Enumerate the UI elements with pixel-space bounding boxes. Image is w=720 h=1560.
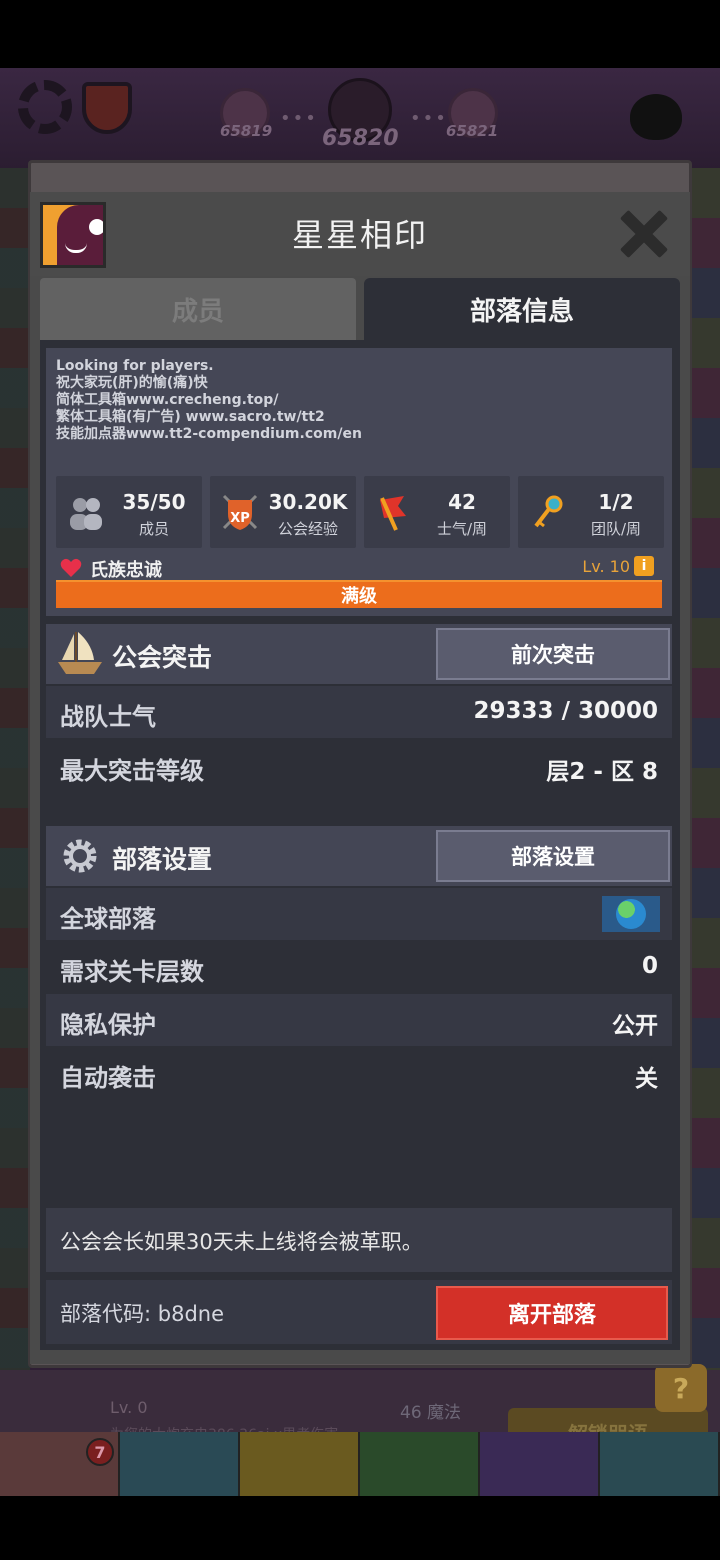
auto-raid-row: 自动袭击 关 [46, 1047, 672, 1099]
leader-inactivity-notice: 公会会长如果30天未上线将会被革职。 [46, 1208, 672, 1272]
stat-value: 42 [448, 490, 476, 514]
row-value: 公开 [612, 1013, 658, 1039]
stat-value: 1/2 [598, 490, 634, 514]
clan-loyalty-row: 氏族忠诚 Lv. 10 i [60, 554, 660, 581]
previous-raid-button[interactable]: 前次突击 [436, 628, 670, 680]
stage-requirement-row: 需求关卡层数 0 [46, 941, 672, 993]
stage-dots: ••• [410, 108, 448, 129]
hero-tab [120, 1432, 240, 1496]
key-icon [534, 495, 563, 528]
help-button: ? [655, 1364, 707, 1412]
stat-clan-xp: XP 30.20K 公会经验 [210, 476, 356, 548]
stat-morale: 42 士气/周 [364, 476, 510, 548]
tab-clan-info[interactable]: 部落信息 [364, 278, 680, 340]
clan-settings-button[interactable]: 部落设置 [436, 830, 670, 882]
clan-name: 星星相印 [291, 216, 428, 254]
stat-team: 1/2 团队/周 [518, 476, 664, 548]
globe-icon [602, 896, 660, 932]
notice-text: 公会会长如果30天未上线将会被革职。 [60, 1230, 423, 1254]
modal-header: 星星相印 [30, 192, 690, 276]
row-value: 0 [641, 953, 658, 979]
stat-label: 公会经验 [277, 520, 338, 538]
close-icon[interactable] [620, 210, 668, 258]
row-label: 需求关卡层数 [60, 958, 204, 986]
clan-code-row: 部落代码: b8dne 离开部落 [46, 1280, 672, 1344]
raid-morale-row: 战队士气 29333 / 30000 [46, 686, 672, 738]
skill-level: Lv. 0 [110, 1398, 148, 1417]
row-value: 关 [635, 1066, 658, 1092]
stat-value: 35/50 [122, 490, 186, 514]
xp-shield-icon: XP [222, 494, 258, 530]
gear-icon [63, 839, 97, 873]
clan-shield-icon [82, 82, 132, 134]
equipment-tab [240, 1432, 360, 1496]
artifact-tab [480, 1432, 600, 1496]
svg-text:XP: XP [230, 511, 250, 526]
loyalty-level: Lv. 10 [582, 557, 630, 576]
settings-title: 部落设置 [112, 845, 213, 874]
leave-clan-button[interactable]: 离开部落 [436, 1286, 668, 1340]
row-label: 最大突击等级 [60, 757, 204, 785]
notification-badge: 7 [86, 1438, 114, 1466]
row-label: 自动袭击 [60, 1064, 156, 1092]
clan-info-modal: 星星相印 成员 部落信息 Looking for players. 祝大家玩(肝… [30, 192, 690, 1364]
clan-description: Looking for players. 祝大家玩(肝)的愉(痛)快 简体工具箱… [56, 358, 362, 442]
members-icon [70, 498, 102, 530]
demon-icon [630, 94, 682, 140]
heart-icon [60, 558, 82, 577]
raid-section-header: 公会突击 前次突击 [46, 624, 672, 684]
row-label: 全球部落 [60, 905, 156, 933]
raid-max-level-row: 最大突击等级 层2 - 区 8 [46, 740, 672, 792]
tab-members[interactable]: 成员 [40, 278, 356, 340]
stat-label: 团队/周 [590, 520, 642, 538]
info-icon[interactable]: i [634, 556, 654, 576]
stat-value: 30.20K [268, 490, 348, 514]
magic-count: 46 魔法 [400, 1403, 462, 1423]
shop-tab [600, 1432, 720, 1496]
background-scene-right [690, 168, 720, 1398]
privacy-row: 隐私保护 公开 [46, 994, 672, 1046]
clan-summary-card: Looking for players. 祝大家玩(肝)的愉(痛)快 简体工具箱… [46, 348, 672, 616]
row-value: 层2 - 区 8 [546, 759, 658, 785]
pet-tab [360, 1432, 480, 1496]
settings-section-header: 部落设置 部落设置 [46, 826, 672, 886]
stat-label: 成员 [138, 520, 169, 538]
loyalty-progress-bar: 满级 [56, 580, 662, 608]
loyalty-label: 氏族忠诚 [90, 560, 162, 581]
raid-title: 公会突击 [112, 643, 213, 672]
background-scene-left [0, 168, 30, 1398]
current-stage-number: 65820 [322, 126, 399, 151]
row-value: 29333 / 30000 [473, 698, 658, 724]
stage-dots: ••• [280, 108, 318, 129]
row-label: 战队士气 [60, 703, 156, 731]
flag-icon [380, 496, 406, 531]
stage-number: 65821 [446, 122, 499, 140]
clan-code: 部落代码: b8dne [60, 1302, 225, 1326]
row-label: 隐私保护 [60, 1011, 156, 1039]
clan-info-panel: Looking for players. 祝大家玩(肝)的愉(痛)快 简体工具箱… [40, 340, 680, 1350]
stage-number: 65819 [220, 122, 273, 140]
ship-icon [58, 632, 102, 674]
stat-label: 士气/周 [436, 520, 488, 538]
global-clan-row: 全球部落 [46, 888, 672, 940]
settings-gear-icon [18, 80, 72, 134]
stat-members: 35/50 成员 [56, 476, 202, 548]
